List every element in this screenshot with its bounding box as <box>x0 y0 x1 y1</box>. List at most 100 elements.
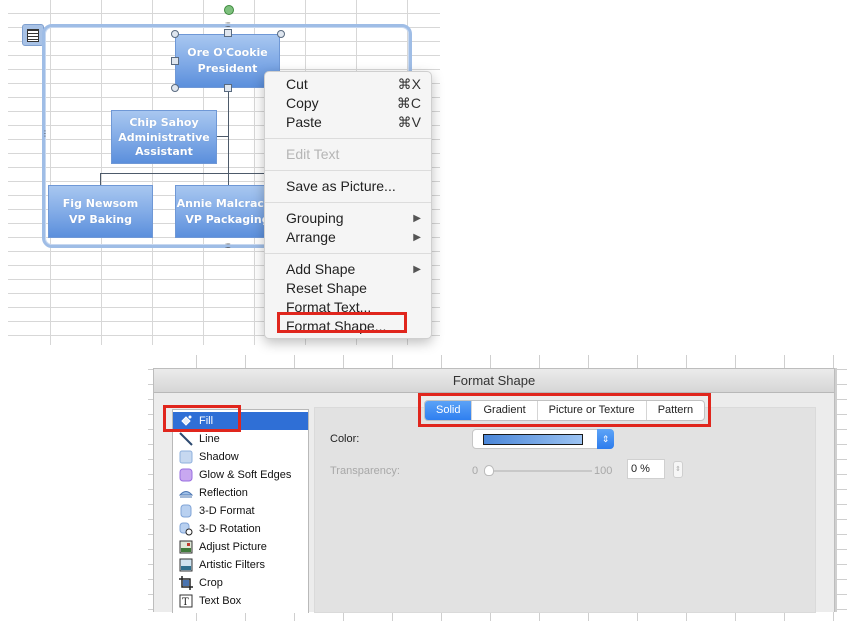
selection-handle[interactable] <box>171 84 179 92</box>
category-reflection[interactable]: Reflection <box>173 484 308 502</box>
selection-handle[interactable] <box>224 84 232 92</box>
selection-handle[interactable] <box>171 57 179 65</box>
format-shape-dialog: Format Shape Fill Line Shadow Glow & Sof… <box>153 368 835 613</box>
menu-item-grouping[interactable]: Grouping ▶ <box>265 209 431 228</box>
menu-item-save-as-picture[interactable]: Save as Picture... <box>265 177 431 196</box>
menu-item-paste[interactable]: Paste ⌘V <box>265 113 431 132</box>
menu-separator <box>265 138 431 139</box>
dialog-edge <box>835 368 837 612</box>
tab-picture-or-texture[interactable]: Picture or Texture <box>536 401 646 420</box>
org-node-title: VP Baking <box>68 212 132 226</box>
org-node-assistant[interactable]: Chip Sahoy Administrative Assistant <box>111 110 217 164</box>
category-label: Line <box>199 433 220 445</box>
category-label: 3-D Format <box>199 505 255 517</box>
rotate-handle[interactable] <box>224 5 234 15</box>
menu-item-label: Copy <box>286 95 319 111</box>
menu-item-label: Save as Picture... <box>286 178 396 194</box>
menu-item-arrange[interactable]: Arrange ▶ <box>265 228 431 247</box>
category-label: Crop <box>199 577 223 589</box>
text-box-icon: T <box>178 594 193 609</box>
menu-item-reset-shape[interactable]: Reset Shape <box>265 279 431 298</box>
category-3d-rotation[interactable]: 3-D Rotation <box>173 520 308 538</box>
submenu-arrow-icon: ▶ <box>413 213 421 224</box>
category-line[interactable]: Line <box>173 430 308 448</box>
3d-rotation-icon <box>178 522 193 537</box>
org-node-title-line2: Assistant <box>135 145 193 158</box>
menu-item-format-text[interactable]: Format Text... <box>265 298 431 317</box>
category-crop[interactable]: Crop <box>173 574 308 592</box>
resize-handle-top[interactable]: :::: <box>225 21 231 29</box>
category-shadow[interactable]: Shadow <box>173 448 308 466</box>
category-label: Glow & Soft Edges <box>199 469 292 481</box>
org-node-vp-baking[interactable]: Fig Newsom VP Baking <box>48 185 153 238</box>
tab-gradient[interactable]: Gradient <box>471 401 536 420</box>
menu-item-label: Cut <box>286 76 308 92</box>
transparency-slider-track[interactable] <box>487 470 592 472</box>
crop-icon <box>178 576 193 591</box>
org-node-name: Ore O'Cookie <box>187 46 268 59</box>
category-glow-soft-edges[interactable]: Glow & Soft Edges <box>173 466 308 484</box>
3d-format-icon <box>178 504 193 519</box>
tab-pattern[interactable]: Pattern <box>645 401 704 420</box>
menu-item-format-shape[interactable]: Format Shape... <box>265 317 431 336</box>
category-label: Text Box <box>199 595 242 607</box>
fill-type-segmented-control: Solid Gradient Picture or Texture Patter… <box>424 400 706 421</box>
connector-line <box>228 90 229 185</box>
dropdown-chevron-icon: ⇕ <box>597 429 614 449</box>
dialog-title: Format Shape <box>154 369 834 393</box>
org-node-name: Fig Newsom <box>62 196 139 210</box>
menu-separator <box>265 253 431 254</box>
menu-item-label: Paste <box>286 114 322 130</box>
transparency-slider-thumb[interactable] <box>484 465 494 476</box>
menu-item-cut[interactable]: Cut ⌘X <box>265 75 431 94</box>
menu-item-label: Add Shape <box>286 261 356 277</box>
menu-item-label: Edit Text <box>286 146 340 162</box>
artistic-filters-icon <box>178 558 193 573</box>
menu-item-label: Grouping <box>286 210 344 226</box>
transparency-label: Transparency: <box>330 465 400 477</box>
category-label: Artistic Filters <box>199 559 265 571</box>
adjust-picture-icon <box>178 540 193 555</box>
connector-line <box>100 173 101 185</box>
line-icon <box>178 432 193 447</box>
transparency-stepper[interactable]: ⇕ <box>673 461 683 478</box>
category-text-box[interactable]: T Text Box <box>173 592 308 610</box>
menu-item-shortcut: ⌘X <box>397 76 421 92</box>
connector-line <box>100 173 270 174</box>
category-artistic-filters[interactable]: Artistic Filters <box>173 556 308 574</box>
svg-text:T: T <box>182 597 189 608</box>
connector-line <box>217 136 228 137</box>
context-menu: Cut ⌘X Copy ⌘C Paste ⌘V Edit Text Save a… <box>264 71 432 339</box>
category-3d-format[interactable]: 3-D Format <box>173 502 308 520</box>
menu-item-label: Format Shape... <box>286 318 387 334</box>
shadow-icon <box>178 450 193 465</box>
transparency-input[interactable]: 0 % <box>627 459 665 479</box>
resize-handle-bottom[interactable]: :::: <box>225 242 231 250</box>
text-pane-toggle-button[interactable] <box>22 24 44 46</box>
resize-handle-left[interactable]: ⋮ <box>41 130 49 138</box>
slider-max-label: 100 <box>594 465 613 477</box>
glow-icon <box>178 468 193 483</box>
menu-item-label: Format Text... <box>286 299 372 315</box>
menu-item-label: Reset Shape <box>286 280 367 296</box>
category-label: 3-D Rotation <box>199 523 261 535</box>
color-picker-dropdown[interactable]: ⇕ <box>472 429 614 449</box>
menu-item-copy[interactable]: Copy ⌘C <box>265 94 431 113</box>
submenu-arrow-icon: ▶ <box>413 232 421 243</box>
category-adjust-picture[interactable]: Adjust Picture <box>173 538 308 556</box>
selection-handle[interactable] <box>224 29 232 37</box>
menu-item-add-shape[interactable]: Add Shape ▶ <box>265 260 431 279</box>
category-label: Fill <box>199 415 214 427</box>
category-fill[interactable]: Fill <box>173 412 308 430</box>
selection-handle[interactable] <box>171 30 179 38</box>
category-label: Adjust Picture <box>199 541 267 553</box>
menu-separator <box>265 170 431 171</box>
color-label: Color: <box>330 433 360 445</box>
selection-handle[interactable] <box>277 30 285 38</box>
menu-item-shortcut: ⌘V <box>397 114 421 130</box>
tab-solid[interactable]: Solid <box>425 401 472 420</box>
slider-min-label: 0 <box>472 465 479 477</box>
category-label: Reflection <box>199 487 248 499</box>
menu-item-edit-text: Edit Text <box>265 145 431 164</box>
org-node-title-line1: Administrative <box>118 131 210 144</box>
